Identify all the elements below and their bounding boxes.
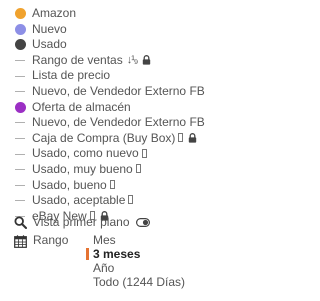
legend-item-nuevo[interactable]: Nuevo <box>14 22 214 38</box>
placeholder-box-icon <box>128 195 134 205</box>
range-options: Mes 3 meses Año Todo (1244 Días) <box>85 233 185 289</box>
rango-block: Rango Mes 3 meses Año Todo (1244 Días) <box>14 233 214 289</box>
legend-line-icon <box>14 55 26 67</box>
placeholder-box-icon <box>135 164 141 174</box>
legend-item-lista-de-precio[interactable]: Lista de precio <box>14 68 214 84</box>
legend-dot-icon <box>14 8 26 20</box>
range-option-3-meses[interactable]: 3 meses <box>85 247 185 261</box>
legend-dot-icon <box>14 101 26 113</box>
toggle-icon[interactable] <box>135 217 150 227</box>
legend-dot-icon <box>14 23 26 35</box>
legend-item-label: Usado, como nuevo <box>32 146 139 161</box>
range-option-ano[interactable]: Año <box>93 261 185 275</box>
legend-line-icon <box>14 195 26 207</box>
legend-item-amazon[interactable]: Amazon <box>14 6 214 22</box>
legend-item-oferta-de-almacen[interactable]: Oferta de almacén <box>14 100 214 116</box>
legend-item-label: Nuevo <box>32 21 67 36</box>
legend-item-nuevo-de-vendedor-externo-fb[interactable]: Nuevo, de Vendedor Externo FB <box>14 115 214 131</box>
chart-controls: Vista primer plano Rango Mes 3 meses Año To… <box>14 214 214 289</box>
legend-dot-icon <box>14 39 26 51</box>
search-icon <box>14 215 27 229</box>
lock-icon <box>189 132 197 143</box>
chart-legend: Amazon Nuevo Usado Rango de ventas ↓¹₉ Lista … <box>14 6 214 224</box>
legend-line-icon <box>14 70 26 82</box>
sort-icon[interactable]: ↓¹₉ <box>127 53 138 69</box>
rango-label-group: Rango <box>14 233 93 249</box>
legend-item-label: Caja de Compra (Buy Box) <box>32 130 176 145</box>
legend-line-icon <box>14 117 26 129</box>
lock-icon <box>143 54 151 65</box>
legend-item-rango-de-ventas[interactable]: Rango de ventas ↓¹₉ <box>14 53 214 69</box>
legend-item-label: Usado <box>32 37 67 52</box>
legend-item-label: Usado, muy bueno <box>32 161 133 176</box>
range-option-mes[interactable]: Mes <box>93 233 185 247</box>
legend-item-label: Usado, bueno <box>32 177 107 192</box>
legend-line-icon <box>14 148 26 160</box>
legend-item-label: Nuevo, de Vendedor Externo FB <box>32 115 205 130</box>
legend-item-label: Lista de precio <box>32 68 111 83</box>
legend-item-nuevo-de-vendedor-externo-fb[interactable]: Nuevo, de Vendedor Externo FB <box>14 84 214 100</box>
legend-line-icon <box>14 179 26 191</box>
legend-item-usado-aceptable[interactable]: Usado, aceptable <box>14 193 214 209</box>
legend-item-usado-muy-bueno[interactable]: Usado, muy bueno <box>14 162 214 178</box>
rango-label: Rango <box>33 233 69 247</box>
legend-line-icon <box>14 86 26 98</box>
vista-primer-plano-row[interactable]: Vista primer plano <box>14 214 214 230</box>
legend-item-label: Usado, aceptable <box>32 193 126 208</box>
legend-item-label: Nuevo, de Vendedor Externo FB <box>32 83 205 98</box>
placeholder-box-icon <box>141 148 147 158</box>
legend-item-label: Rango de ventas <box>32 52 123 67</box>
range-option-todo-1244-dias[interactable]: Todo (1244 Días) <box>93 275 185 289</box>
legend-line-icon <box>14 133 26 145</box>
legend-item-caja-de-compra-buy-box[interactable]: Caja de Compra (Buy Box) <box>14 131 214 147</box>
legend-item-usado[interactable]: Usado <box>14 37 214 53</box>
legend-item-label: Amazon <box>32 6 77 20</box>
legend-line-icon <box>14 164 26 176</box>
legend-item-label: Oferta de almacén <box>32 99 131 114</box>
vista-primer-plano-label: Vista primer plano <box>33 215 130 229</box>
placeholder-box-icon <box>109 179 115 189</box>
legend-item-usado-como-nuevo[interactable]: Usado, como nuevo <box>14 146 214 162</box>
placeholder-box-icon <box>178 133 184 143</box>
legend-item-usado-bueno[interactable]: Usado, bueno <box>14 178 214 194</box>
calendar-icon <box>14 235 27 248</box>
